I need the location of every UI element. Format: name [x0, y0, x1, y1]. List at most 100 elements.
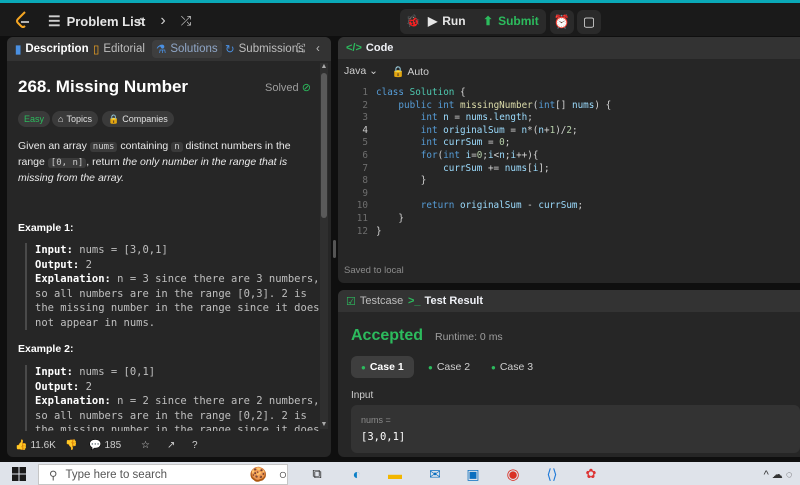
case-label: Case 1: [369, 361, 404, 373]
solved-status: Solved ⊘: [265, 81, 311, 94]
description-panel: ▮ Description ▯ Editorial ⚗ Solutions ↻ …: [7, 37, 331, 457]
topics-button[interactable]: ⌂ Topics: [52, 111, 98, 127]
output-value: 2: [79, 380, 92, 393]
comments-button[interactable]: 💬 185: [89, 440, 121, 451]
help-button[interactable]: ?: [192, 440, 198, 451]
companies-button[interactable]: 🔒 Companies: [102, 111, 174, 127]
dislike-button[interactable]: 👎: [65, 440, 77, 451]
scroll-thumb[interactable]: [321, 73, 327, 218]
line-number: 12: [356, 225, 368, 237]
share-button[interactable]: ↗: [167, 440, 175, 451]
code-token: public: [398, 99, 432, 111]
code-token: ;: [504, 150, 511, 161]
edge-app[interactable]: ◐: [346, 465, 368, 483]
tab-solutions[interactable]: ⚗ Solutions: [152, 40, 222, 58]
code-line: currSum += nums[i];: [376, 162, 550, 174]
leetcode-logo-icon[interactable]: [13, 10, 33, 30]
language-select[interactable]: Java ⌄: [344, 65, 378, 78]
paint-icon: ✿: [585, 466, 597, 481]
code-line: for(int i=0;i<n;i++){: [420, 150, 539, 161]
code-token: +=: [487, 162, 500, 174]
cortana-button[interactable]: ○: [272, 465, 294, 483]
cookie-icon: 🍪: [249, 466, 267, 482]
auto-mode[interactable]: 🔒 Auto: [392, 65, 429, 78]
submit-button[interactable]: ⬆ Submit: [483, 11, 539, 31]
chrome-app[interactable]: ◉: [502, 465, 524, 483]
vertical-resize-handle[interactable]: [333, 240, 336, 258]
vscode-app[interactable]: ⟨⟩: [541, 465, 563, 483]
companies-label: Companies: [122, 114, 168, 124]
code-token: =: [487, 137, 494, 149]
like-button[interactable]: 👍 11.6K: [15, 440, 56, 451]
code-token: }: [376, 225, 382, 237]
code-token: *(: [527, 124, 539, 136]
favorite-button[interactable]: ☆: [141, 440, 150, 451]
notes-button[interactable]: ▢: [577, 10, 601, 34]
difficulty-badge[interactable]: Easy: [18, 111, 51, 127]
code-line: }: [376, 226, 382, 239]
example-1-title: Example 1:: [18, 222, 74, 234]
line-number: 5: [362, 137, 368, 149]
variable-name: nums =: [361, 415, 391, 425]
code-token: ) {: [594, 99, 612, 111]
task-view-button[interactable]: ⧉: [306, 465, 328, 483]
mode-label: Auto: [407, 66, 429, 78]
case-1-tab[interactable]: ● Case 1: [351, 356, 414, 378]
next-problem-button[interactable]: ›: [153, 10, 173, 32]
tab-description[interactable]: ▮ Description: [11, 40, 93, 58]
start-button[interactable]: [8, 465, 30, 483]
description-scrollbar[interactable]: ▲ ▼: [320, 63, 328, 429]
example-1-block: Input: nums = [3,0,1] Output: 2 Explanat…: [25, 243, 319, 330]
system-tray[interactable]: ^ ☁ ◌: [760, 465, 796, 483]
chevron-left-icon: ‹: [316, 43, 320, 55]
play-icon: ▶: [428, 14, 438, 28]
collapse-button[interactable]: ‹: [312, 40, 324, 58]
code-token: }: [420, 175, 427, 187]
description-content: 268. Missing Number Solved ⊘ Easy ⌂ Topi…: [7, 61, 319, 431]
prev-problem-button[interactable]: ‹: [130, 10, 150, 32]
tab-testcase[interactable]: ☑ Testcase: [346, 295, 403, 308]
store-app[interactable]: ▣: [462, 465, 484, 483]
folder-icon: ▬: [388, 466, 402, 482]
scroll-down-icon[interactable]: ▼: [320, 421, 328, 429]
case-2-tab[interactable]: ● Case 2: [418, 356, 480, 378]
code-line: }: [376, 175, 427, 188]
checkbox-icon: ☑: [346, 296, 356, 308]
example-2-title: Example 2:: [18, 343, 74, 355]
windows-icon: [12, 467, 26, 481]
run-button[interactable]: ▶ Run: [428, 11, 466, 31]
code-tab[interactable]: </> Code: [346, 42, 393, 54]
input-display: nums = [3,0,1]: [351, 405, 800, 453]
search-placeholder: Type here to search: [65, 468, 168, 481]
desc-text: containing: [117, 140, 172, 152]
code-token: ;: [504, 137, 511, 149]
scroll-up-icon[interactable]: ▲: [320, 63, 328, 71]
random-problem-button[interactable]: ⤮: [176, 10, 196, 32]
code-token: missingNumber: [460, 99, 533, 111]
saved-status: Saved to local: [344, 265, 404, 276]
code-token: [: [527, 162, 533, 174]
like-count: 11.6K: [30, 439, 56, 451]
case-3-tab[interactable]: ● Case 3: [481, 356, 543, 378]
tab-editorial[interactable]: ▯ Editorial: [89, 40, 149, 58]
chevron-right-icon: ›: [160, 12, 166, 29]
code-token: int: [443, 150, 460, 161]
code-editor[interactable]: 1 2 3 4 5 6 7 8 9 10 11 12 class Solutio…: [338, 87, 800, 237]
paint-app[interactable]: ✿: [580, 465, 602, 483]
debug-button[interactable]: 🐞: [404, 12, 422, 30]
tab-description-label: Description: [25, 43, 89, 55]
lock-icon: 🔒: [391, 66, 405, 78]
line-number: 3: [362, 112, 368, 124]
code-token: int: [420, 124, 438, 136]
file-explorer-app[interactable]: ▬: [384, 465, 406, 483]
code-panel: </> Code Java ⌄ 🔒 Auto 1 2 3 4 5 6 7 8 9…: [338, 37, 800, 283]
description-footer: 👍 11.6K 👎 💬 185 ☆ ↗ ?: [7, 433, 331, 457]
maximize-button[interactable]: ⛶: [293, 40, 309, 58]
mail-icon: ✉: [429, 465, 441, 482]
alarm-clock-icon: ⏰: [553, 14, 571, 29]
mail-app[interactable]: ✉: [424, 465, 446, 483]
tab-test-result[interactable]: >_ Test Result: [408, 295, 483, 307]
timer-button[interactable]: ⏰: [550, 10, 574, 34]
line-number: 8: [362, 175, 368, 187]
taskbar-search-input[interactable]: ⚲ Type here to search 🍪: [38, 464, 288, 485]
